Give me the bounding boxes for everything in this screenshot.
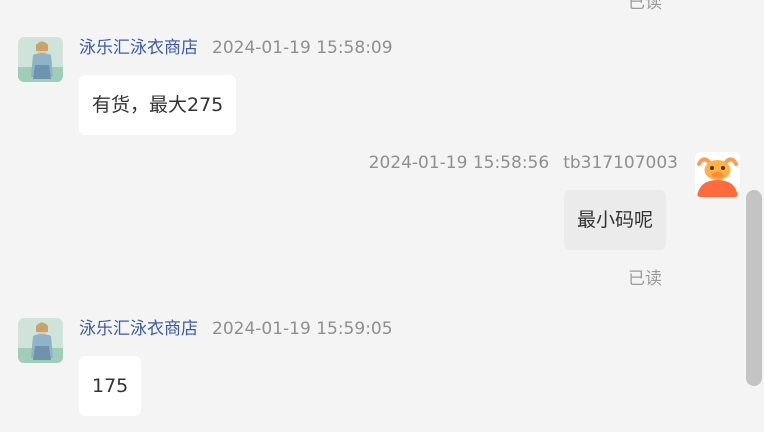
timestamp: 2024-01-19 15:58:09 <box>212 38 393 58</box>
sender-name: tb317107003 <box>563 153 678 173</box>
bull-mascot-avatar-icon <box>695 152 740 197</box>
user-avatar[interactable] <box>695 152 740 197</box>
chat-window: 已读 泳乐汇泳衣商店 2024-01-19 15:58:09 有货，最大275 2… <box>0 0 764 432</box>
message-meta: 泳乐汇泳衣商店 2024-01-19 15:58:09 <box>79 38 393 58</box>
timestamp: 2024-01-19 15:58:56 <box>368 153 550 173</box>
message-meta: 2024-01-19 15:58:56 tb317107003 <box>369 153 678 173</box>
shop-avatar-photo-icon <box>18 318 63 363</box>
message-bubble[interactable]: 最小码呢 <box>564 190 667 250</box>
shop-avatar[interactable] <box>18 37 63 82</box>
message-meta: 泳乐汇泳衣商店 2024-01-19 15:59:05 <box>79 319 393 339</box>
sender-name[interactable]: 泳乐汇泳衣商店 <box>79 38 198 58</box>
read-status: 已读 <box>628 269 662 289</box>
scrollbar-thumb[interactable] <box>746 190 762 386</box>
timestamp: 2024-01-19 15:59:05 <box>212 319 393 339</box>
message-bubble[interactable]: 有货，最大275 <box>79 75 237 135</box>
shop-avatar-photo-icon <box>18 37 63 82</box>
read-status-top: 已读 <box>628 0 662 13</box>
sender-name[interactable]: 泳乐汇泳衣商店 <box>79 319 198 339</box>
message-bubble[interactable]: 175 <box>79 356 142 416</box>
shop-avatar[interactable] <box>18 318 63 363</box>
